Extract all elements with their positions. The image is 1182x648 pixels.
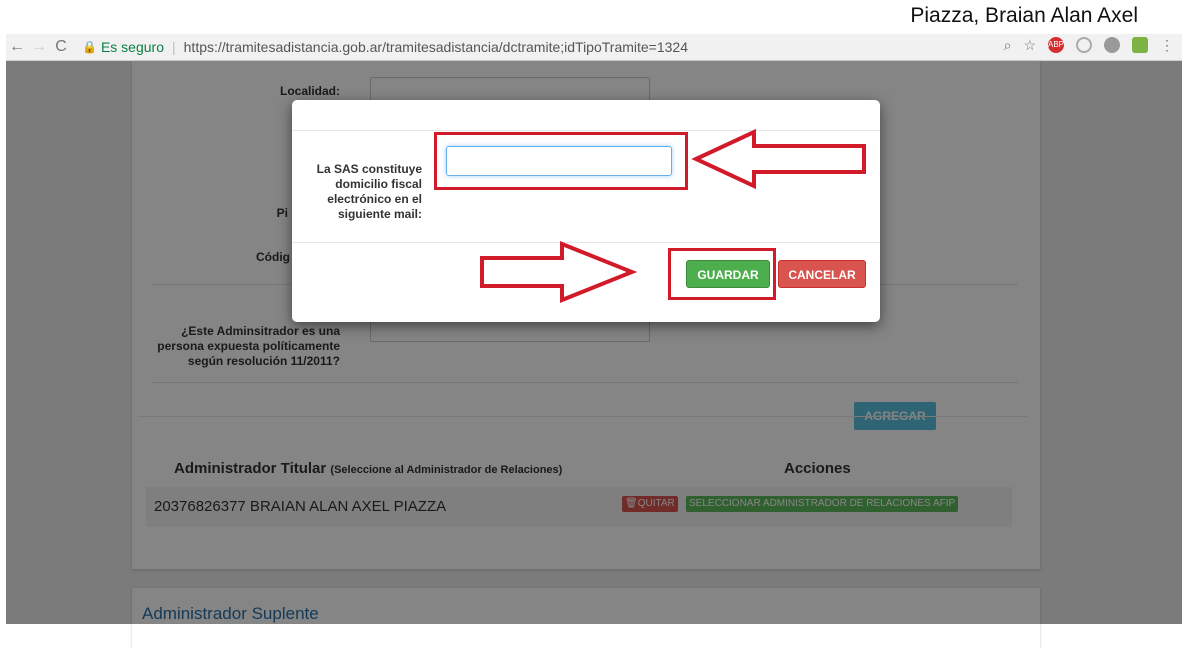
save-highlight-box — [668, 248, 776, 300]
document-caption: Piazza, Braian Alan Axel — [910, 4, 1138, 27]
mail-field-label: La SAS constituye domicilio fiscal elect… — [316, 162, 422, 221]
lock-icon: 🔒 — [82, 40, 97, 54]
zoom-icon[interactable]: ⌕ — [1004, 37, 1012, 53]
reload-icon[interactable]: C — [50, 38, 72, 56]
extension-green-icon[interactable] — [1132, 37, 1148, 53]
extension-gray-icon[interactable] — [1104, 37, 1120, 53]
back-icon[interactable]: ← — [6, 38, 28, 56]
star-icon[interactable]: ☆ — [1023, 37, 1036, 53]
secure-label: Es seguro — [100, 39, 164, 55]
menu-icon[interactable]: ⋮ — [1160, 37, 1174, 53]
extension-icons: ⌕ ☆ ABP ⋮ — [1004, 37, 1174, 53]
cancel-button[interactable]: CANCELAR — [778, 260, 866, 288]
url-separator: | — [172, 39, 176, 55]
input-highlight-box — [434, 132, 688, 190]
arrow-right-icon — [480, 241, 638, 303]
arrow-left-icon — [691, 128, 866, 190]
forward-icon[interactable]: → — [28, 38, 50, 56]
address-bar[interactable]: https://tramitesadistancia.gob.ar/tramit… — [184, 39, 688, 55]
extension-circle-icon[interactable] — [1076, 37, 1092, 53]
browser-toolbar: ← → C 🔒 Es seguro | https://tramitesadis… — [6, 34, 1182, 61]
adblock-icon[interactable]: ABP — [1048, 37, 1064, 53]
